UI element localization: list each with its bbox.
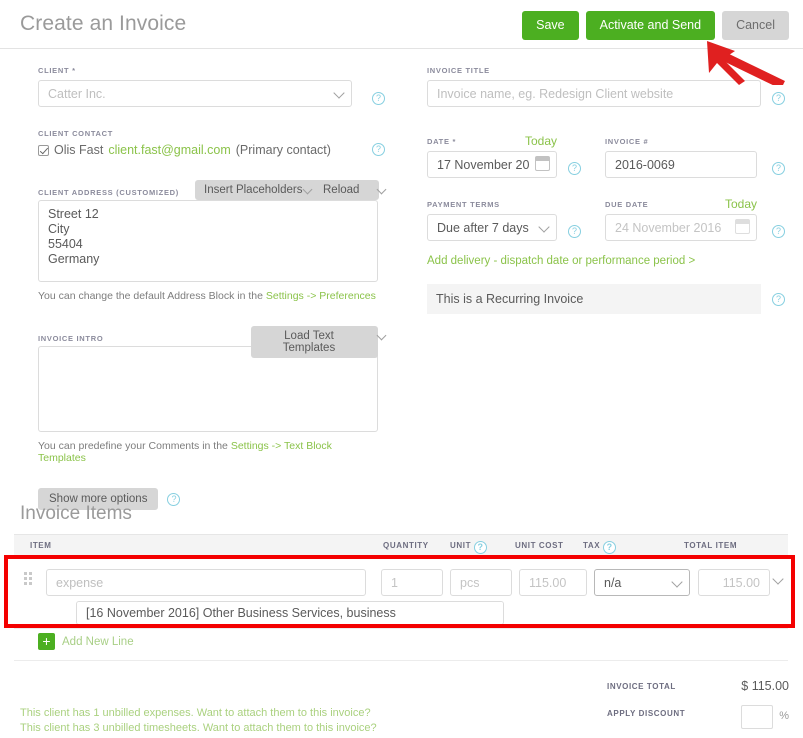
invoice-items-table: ITEM QUANTITY UNIT? UNIT COST TAX? TOTAL…	[14, 534, 788, 628]
column-header-unit-group: UNIT?	[450, 541, 488, 554]
drag-handle-icon[interactable]	[24, 572, 35, 585]
unbilled-expenses-link[interactable]: This client has 1 unbilled expenses. Wan…	[20, 706, 377, 721]
invoice-total-value: $ 115.00	[741, 679, 789, 693]
client-contact-email[interactable]: client.fast@gmail.com	[108, 143, 230, 157]
unbilled-timesheets-link[interactable]: This client has 3 unbilled timesheets. W…	[20, 721, 377, 736]
client-contact-group: CLIENT CONTACT Olis Fast client.fast@gma…	[38, 129, 385, 157]
insert-placeholders-button[interactable]: Insert Placeholders	[195, 180, 323, 200]
load-templates-chevron-icon	[376, 330, 387, 341]
client-contact-name: Olis Fast	[54, 143, 104, 157]
create-invoice-page: Create an Invoice Save Activate and Send…	[0, 0, 803, 738]
item-description-textarea[interactable]	[76, 601, 504, 625]
totals-panel: INVOICE TOTAL $ 115.00 APPLY DISCOUNT %	[529, 678, 789, 732]
load-text-templates-button[interactable]: Load Text Templates	[251, 326, 378, 358]
client-select[interactable]	[38, 80, 352, 107]
payment-terms-help-icon[interactable]: ?	[568, 225, 581, 238]
left-form-column: CLIENT * ? CLIENT CONTACT Olis Fast clie…	[38, 66, 387, 510]
column-header-unit: UNIT	[450, 541, 472, 550]
add-new-line-button[interactable]: + Add New Line	[38, 633, 134, 650]
column-header-quantity: QUANTITY	[383, 541, 429, 550]
invoice-title-input[interactable]	[427, 80, 761, 107]
add-line-divider	[14, 660, 788, 661]
client-address-note: You can change the default Address Block…	[38, 290, 378, 302]
payment-terms-select[interactable]	[427, 214, 557, 241]
client-address-label: CLIENT ADDRESS (CUSTOMIZED)	[38, 188, 179, 197]
item-unit-cost-input[interactable]	[519, 569, 587, 596]
activate-and-send-button[interactable]: Activate and Send	[585, 11, 716, 40]
client-address-textarea[interactable]	[38, 200, 378, 282]
apply-discount-row: APPLY DISCOUNT %	[529, 705, 789, 732]
item-quantity-input[interactable]	[381, 569, 443, 596]
apply-discount-label: APPLY DISCOUNT	[607, 709, 686, 718]
page-header: Create an Invoice Save Activate and Send…	[0, 0, 803, 49]
client-contact-row: Olis Fast client.fast@gmail.com (Primary…	[38, 143, 378, 157]
invoice-total-label: INVOICE TOTAL	[607, 682, 676, 691]
column-header-tax: TAX	[583, 541, 601, 550]
plus-icon: +	[38, 633, 55, 650]
payment-terms-label: PAYMENT TERMS	[427, 200, 500, 209]
item-unit-input[interactable]	[450, 569, 512, 596]
due-date-today-link[interactable]: Today	[725, 197, 757, 211]
due-date-calendar-icon[interactable]	[735, 219, 750, 234]
invoice-title-group: INVOICE TITLE ?	[427, 66, 787, 107]
percent-symbol: %	[779, 710, 789, 722]
invoice-intro-note-text: You can predefine your Comments in the	[38, 440, 231, 452]
client-address-group: CLIENT ADDRESS (CUSTOMIZED) Insert Place…	[38, 180, 387, 302]
recurring-invoice-field[interactable]: This is a Recurring Invoice	[427, 284, 761, 314]
add-delivery-row: Add delivery - dispatch date or performa…	[427, 255, 787, 267]
header-actions: Save Activate and Send Cancel	[522, 11, 789, 40]
item-tax-select[interactable]	[594, 569, 690, 596]
client-contact-help-icon[interactable]: ?	[372, 143, 385, 156]
reload-button[interactable]: Reload	[314, 180, 380, 200]
client-contact-suffix: (Primary contact)	[235, 143, 331, 157]
client-contact-label: CLIENT CONTACT	[38, 129, 114, 138]
add-delivery-link[interactable]: Add delivery - dispatch date or performa…	[427, 255, 695, 267]
invoice-items-section-title: Invoice Items	[20, 503, 132, 524]
recurring-help-icon[interactable]: ?	[772, 293, 785, 306]
unit-help-icon[interactable]: ?	[474, 541, 488, 554]
cancel-button[interactable]: Cancel	[722, 11, 789, 40]
invoice-intro-note: You can predefine your Comments in the S…	[38, 440, 378, 464]
invoice-title-help-icon[interactable]: ?	[772, 92, 785, 105]
discount-input[interactable]	[741, 705, 773, 729]
column-header-unit-cost: UNIT COST	[515, 541, 564, 550]
invoice-total-row: INVOICE TOTAL $ 115.00	[529, 678, 789, 705]
item-total-input[interactable]	[698, 569, 770, 596]
invoice-number-input[interactable]	[605, 151, 757, 178]
calendar-icon[interactable]	[535, 156, 550, 171]
invoice-intro-group: INVOICE INTRO Load Text Templates You ca…	[38, 326, 387, 464]
client-field-group: CLIENT * ?	[38, 66, 385, 107]
client-contact-checkbox[interactable]	[38, 144, 49, 156]
date-help-icon[interactable]: ?	[568, 162, 581, 175]
client-label: CLIENT *	[38, 66, 76, 75]
item-name-input[interactable]	[46, 569, 366, 596]
invoice-number-help-icon[interactable]: ?	[772, 162, 785, 175]
column-header-total-item: TOTAL ITEM	[684, 541, 738, 550]
page-title: Create an Invoice	[20, 12, 187, 35]
settings-preferences-link[interactable]: Settings -> Preferences	[266, 290, 376, 302]
table-row	[14, 556, 788, 628]
add-new-line-label: Add New Line	[62, 635, 134, 648]
invoice-intro-textarea[interactable]	[38, 346, 378, 432]
invoice-items-header-row: ITEM QUANTITY UNIT? UNIT COST TAX? TOTAL…	[14, 534, 788, 556]
due-date-help-icon[interactable]: ?	[772, 225, 785, 238]
save-button[interactable]: Save	[522, 11, 579, 40]
show-more-help-icon[interactable]: ?	[167, 492, 181, 506]
recurring-invoice-group: This is a Recurring Invoice ?	[427, 284, 785, 314]
items-divider	[14, 628, 788, 629]
unbilled-notes: This client has 1 unbilled expenses. Wan…	[20, 706, 377, 735]
date-and-number-row: DATE * Today ? INVOICE # ?	[427, 134, 787, 189]
client-address-note-text: You can change the default Address Block…	[38, 290, 266, 302]
row-options-chevron-icon[interactable]	[772, 573, 784, 585]
date-today-link[interactable]: Today	[525, 134, 557, 148]
invoice-title-label: INVOICE TITLE	[427, 66, 490, 75]
invoice-intro-label: INVOICE INTRO	[38, 334, 104, 343]
terms-and-due-row: PAYMENT TERMS ? DUE DATE Today ?	[427, 197, 787, 252]
invoice-number-label: INVOICE #	[605, 137, 649, 146]
client-help-icon[interactable]: ?	[372, 92, 385, 105]
column-header-tax-group: TAX?	[583, 541, 617, 554]
column-header-item: ITEM	[30, 541, 52, 550]
right-form-column: INVOICE TITLE ? DATE * Today ? INVOICE #	[427, 66, 787, 314]
tax-help-icon[interactable]: ?	[603, 541, 617, 554]
